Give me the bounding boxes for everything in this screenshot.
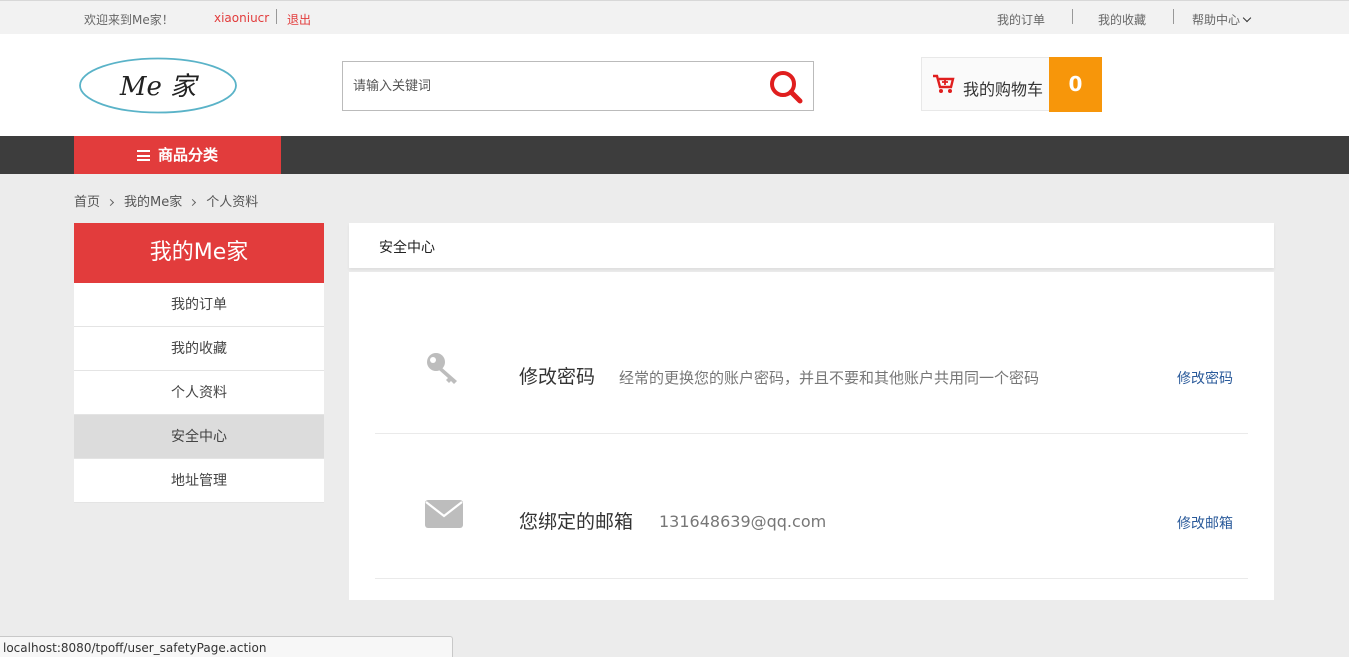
my-orders-link[interactable]: 我的订单 bbox=[997, 11, 1045, 28]
sidebar-item-address[interactable]: 地址管理 bbox=[74, 459, 324, 503]
logo-text: Me 家 bbox=[119, 72, 199, 102]
logout-link[interactable]: 退出 bbox=[287, 11, 311, 28]
help-center-label: 帮助中心 bbox=[1192, 13, 1241, 27]
main-nav: 商品分类 bbox=[0, 136, 1349, 174]
sidebar-item-favorites[interactable]: 我的收藏 bbox=[74, 327, 324, 371]
search-box bbox=[342, 61, 814, 111]
category-label: 商品分类 bbox=[157, 146, 218, 164]
menu-icon bbox=[136, 150, 150, 161]
email-title: 您绑定的邮箱 bbox=[519, 511, 634, 533]
chevron-right-icon bbox=[106, 198, 115, 207]
email-row: 您绑定的邮箱 131648639@qq.com 修改邮箱 bbox=[375, 434, 1248, 579]
cart-button[interactable]: 我的购物车 0 bbox=[921, 57, 1102, 112]
logo-image: Me 家 bbox=[79, 57, 237, 114]
search-icon bbox=[770, 71, 803, 104]
username-link[interactable]: xiaoniucr bbox=[214, 11, 269, 25]
site-logo[interactable]: Me 家 bbox=[78, 57, 238, 114]
divider bbox=[276, 9, 277, 24]
page-title: 安全中心 bbox=[379, 240, 435, 256]
category-menu-button[interactable]: 商品分类 bbox=[74, 136, 281, 174]
shopping-cart-icon bbox=[933, 74, 955, 93]
header: Me 家 我的购物车 0 bbox=[0, 34, 1349, 136]
change-password-link[interactable]: 修改密码 bbox=[1177, 368, 1233, 388]
search-input[interactable] bbox=[353, 76, 753, 96]
breadcrumb-profile[interactable]: 个人资料 bbox=[206, 195, 258, 210]
my-favorites-link[interactable]: 我的收藏 bbox=[1098, 11, 1146, 28]
sidebar-title: 我的Me家 bbox=[74, 223, 324, 283]
search-button[interactable] bbox=[767, 68, 805, 106]
sidebar-item-orders[interactable]: 我的订单 bbox=[74, 283, 324, 327]
cart-count-badge: 0 bbox=[1049, 57, 1102, 112]
password-title: 修改密码 bbox=[519, 366, 596, 388]
breadcrumb: 首页 我的Me家 个人资料 bbox=[74, 191, 258, 210]
chevron-right-icon bbox=[189, 198, 197, 207]
cart-label: 我的购物车 bbox=[963, 80, 1044, 99]
breadcrumb-home[interactable]: 首页 bbox=[74, 195, 100, 210]
panel-header: 安全中心 bbox=[349, 223, 1274, 268]
password-row: 修改密码 经常的更换您的账户密码，并且不要和其他账户共用同一个密码 修改密码 bbox=[375, 289, 1248, 434]
help-center-menu[interactable]: 帮助中心 bbox=[1192, 11, 1252, 28]
browser-status-bar: localhost:8080/tpoff/user_safetyPage.act… bbox=[0, 636, 453, 657]
top-bar: 欢迎来到Me家！ xiaoniucr 退出 我的订单 我的收藏 帮助中心 bbox=[0, 0, 1349, 34]
key-icon bbox=[427, 353, 457, 384]
welcome-text: 欢迎来到Me家！ bbox=[84, 13, 174, 27]
password-description: 经常的更换您的账户密码，并且不要和其他账户共用同一个密码 bbox=[619, 369, 1040, 387]
breadcrumb-my-mejia[interactable]: 我的Me家 bbox=[124, 195, 182, 210]
account-sidebar: 我的Me家 我的订单 我的收藏 个人资料 安全中心 地址管理 bbox=[74, 223, 324, 503]
chevron-down-icon bbox=[1242, 13, 1252, 23]
security-panel: 修改密码 经常的更换您的账户密码，并且不要和其他账户共用同一个密码 修改密码 您… bbox=[349, 272, 1274, 600]
change-email-link[interactable]: 修改邮箱 bbox=[1177, 513, 1233, 533]
divider bbox=[1072, 9, 1073, 24]
sidebar-item-profile[interactable]: 个人资料 bbox=[74, 371, 324, 415]
bound-email-value: 131648639@qq.com bbox=[659, 512, 827, 531]
divider bbox=[1173, 9, 1174, 24]
envelope-icon bbox=[425, 500, 463, 528]
sidebar-item-security[interactable]: 安全中心 bbox=[74, 415, 324, 459]
